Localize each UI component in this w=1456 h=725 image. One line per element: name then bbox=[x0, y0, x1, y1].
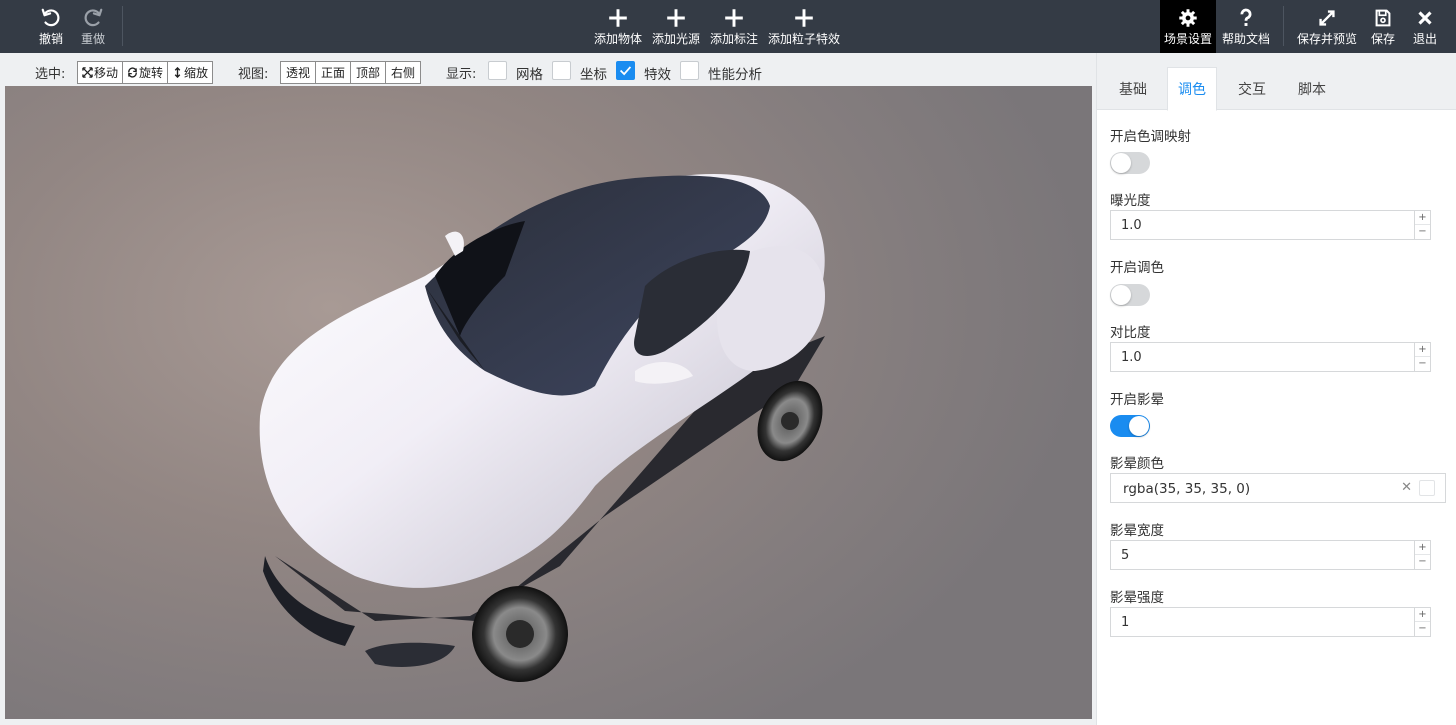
select-mode-group: 移动 旋转 缩放 bbox=[77, 61, 214, 84]
exposure-input[interactable]: 1.0 + − bbox=[1110, 210, 1431, 240]
plus-icon bbox=[795, 8, 813, 27]
vignette-strength-value: 1 bbox=[1121, 615, 1130, 630]
undo-icon bbox=[41, 8, 60, 26]
undo-label: 撤销 bbox=[38, 31, 63, 46]
scene-settings-label: 场景设置 bbox=[1163, 31, 1212, 46]
axes-checkbox-label: 坐标 bbox=[580, 67, 607, 83]
tab-color-grading[interactable]: 调色 bbox=[1167, 67, 1217, 111]
add-object-label: 添加物体 bbox=[593, 31, 642, 46]
tone-mapping-toggle[interactable] bbox=[1110, 152, 1150, 174]
panel-tabs: 基础 调色 交互 脚本 bbox=[1097, 53, 1456, 111]
help-docs-label: 帮助文档 bbox=[1221, 31, 1270, 46]
exposure-stepper[interactable]: + − bbox=[1414, 211, 1430, 239]
add-light-label: 添加光源 bbox=[651, 31, 700, 46]
color-swatch[interactable] bbox=[1419, 480, 1435, 496]
undo-button[interactable]: 撤销 bbox=[30, 0, 72, 53]
effects-checkbox-label: 特效 bbox=[644, 67, 671, 83]
display-label: 显示: bbox=[446, 67, 477, 82]
toolbar-divider bbox=[122, 6, 123, 46]
view-top-button[interactable]: 顶部 bbox=[351, 62, 387, 83]
plus-icon bbox=[609, 8, 627, 27]
move-mode-label: 移动 bbox=[94, 66, 119, 80]
performance-checkbox[interactable] bbox=[680, 61, 699, 80]
grid-checkbox-label: 网格 bbox=[516, 67, 543, 83]
view-right-button[interactable]: 右侧 bbox=[386, 62, 420, 83]
scale-mode-button[interactable]: 缩放 bbox=[168, 62, 212, 83]
scale-mode-label: 缩放 bbox=[184, 66, 209, 80]
toolbar-divider bbox=[1283, 6, 1284, 46]
add-light-button[interactable]: 添加光源 bbox=[650, 0, 702, 53]
rotate-mode-button[interactable]: 旋转 bbox=[123, 62, 169, 83]
save-button[interactable]: 保存 bbox=[1366, 0, 1400, 53]
tab-script[interactable]: 脚本 bbox=[1287, 67, 1337, 110]
vignette-strength-input[interactable]: 1 + − bbox=[1110, 607, 1431, 637]
vignette-color-picker[interactable]: rgba(35, 35, 35, 0) ✕ bbox=[1110, 473, 1446, 503]
exit-button[interactable]: 退出 bbox=[1408, 0, 1442, 53]
view-label: 视图: bbox=[238, 67, 269, 82]
contrast-value: 1.0 bbox=[1121, 350, 1142, 365]
vignette-width-stepper[interactable]: + − bbox=[1414, 541, 1430, 569]
vignette-toggle[interactable] bbox=[1110, 415, 1150, 437]
vignette-width-input[interactable]: 5 + − bbox=[1110, 540, 1431, 570]
save-preview-label: 保存并预览 bbox=[1296, 31, 1357, 46]
car-model[interactable] bbox=[5, 86, 1092, 719]
redo-button[interactable]: 重做 bbox=[72, 0, 114, 53]
scene-settings-button[interactable]: 场景设置 bbox=[1160, 0, 1216, 53]
redo-icon bbox=[84, 8, 103, 26]
view-front-button[interactable]: 正面 bbox=[316, 62, 352, 83]
question-icon bbox=[1240, 8, 1252, 26]
exposure-label: 曝光度 bbox=[1110, 193, 1151, 209]
color-grading-label: 开启调色 bbox=[1110, 260, 1164, 276]
vignette-width-label: 影晕宽度 bbox=[1110, 523, 1164, 539]
vignette-strength-label: 影晕强度 bbox=[1110, 590, 1164, 606]
redo-label: 重做 bbox=[80, 31, 105, 46]
help-docs-button[interactable]: 帮助文档 bbox=[1218, 0, 1274, 53]
rotate-icon bbox=[128, 67, 137, 78]
add-object-button[interactable]: 添加物体 bbox=[592, 0, 644, 53]
tone-mapping-label: 开启色调映射 bbox=[1110, 129, 1191, 145]
plus-icon bbox=[667, 8, 685, 27]
tab-interaction[interactable]: 交互 bbox=[1227, 67, 1277, 110]
select-label: 选中: bbox=[35, 67, 66, 82]
3d-viewport[interactable] bbox=[5, 86, 1092, 719]
top-toolbar: 撤销 重做 添加物体 添加光源 添加标注 添加粒子特效 场景设置 帮助文档 保存… bbox=[0, 0, 1456, 53]
vignette-strength-stepper[interactable]: + − bbox=[1414, 608, 1430, 636]
rotate-mode-label: 旋转 bbox=[139, 66, 164, 80]
grid-checkbox[interactable] bbox=[488, 61, 507, 80]
axes-checkbox[interactable] bbox=[552, 61, 571, 80]
vignette-width-value: 5 bbox=[1121, 548, 1130, 563]
contrast-stepper[interactable]: + − bbox=[1414, 343, 1430, 371]
move-icon bbox=[82, 67, 93, 78]
plus-icon bbox=[725, 8, 743, 27]
add-annotation-label: 添加标注 bbox=[709, 31, 758, 46]
properties-panel: 基础 调色 交互 脚本 开启色调映射 曝光度 1.0 + − 开启调色 对比度 1… bbox=[1096, 53, 1456, 725]
close-icon bbox=[1418, 10, 1432, 25]
vignette-label: 开启影晕 bbox=[1110, 392, 1164, 408]
gear-icon bbox=[1179, 8, 1197, 27]
exposure-value: 1.0 bbox=[1121, 218, 1142, 233]
tab-basic[interactable]: 基础 bbox=[1108, 67, 1158, 110]
move-mode-button[interactable]: 移动 bbox=[78, 62, 124, 83]
add-annotation-button[interactable]: 添加标注 bbox=[708, 0, 760, 53]
vignette-color-value: rgba(35, 35, 35, 0) bbox=[1123, 481, 1251, 497]
contrast-label: 对比度 bbox=[1110, 325, 1151, 341]
scale-icon bbox=[174, 67, 181, 78]
add-particle-label: 添加粒子特效 bbox=[767, 31, 840, 46]
check-icon bbox=[619, 66, 632, 76]
effects-checkbox[interactable] bbox=[616, 61, 635, 80]
save-preview-button[interactable]: 保存并预览 bbox=[1294, 0, 1360, 53]
clear-icon[interactable]: ✕ bbox=[1401, 480, 1412, 495]
save-label: 保存 bbox=[1370, 31, 1395, 46]
view-toolbar: 选中: 移动 旋转 缩放 视图: 透视 正面 顶部 右侧 显示: bbox=[0, 53, 1096, 86]
performance-checkbox-label: 性能分析 bbox=[708, 67, 762, 83]
add-particle-button[interactable]: 添加粒子特效 bbox=[766, 0, 842, 53]
color-grading-toggle[interactable] bbox=[1110, 284, 1150, 306]
contrast-input[interactable]: 1.0 + − bbox=[1110, 342, 1431, 372]
save-icon bbox=[1375, 9, 1391, 26]
view-perspective-button[interactable]: 透视 bbox=[281, 62, 317, 83]
exit-label: 退出 bbox=[1412, 31, 1437, 46]
view-group: 透视 正面 顶部 右侧 bbox=[280, 61, 422, 84]
expand-icon bbox=[1319, 9, 1335, 26]
vignette-color-label: 影晕颜色 bbox=[1110, 456, 1164, 472]
